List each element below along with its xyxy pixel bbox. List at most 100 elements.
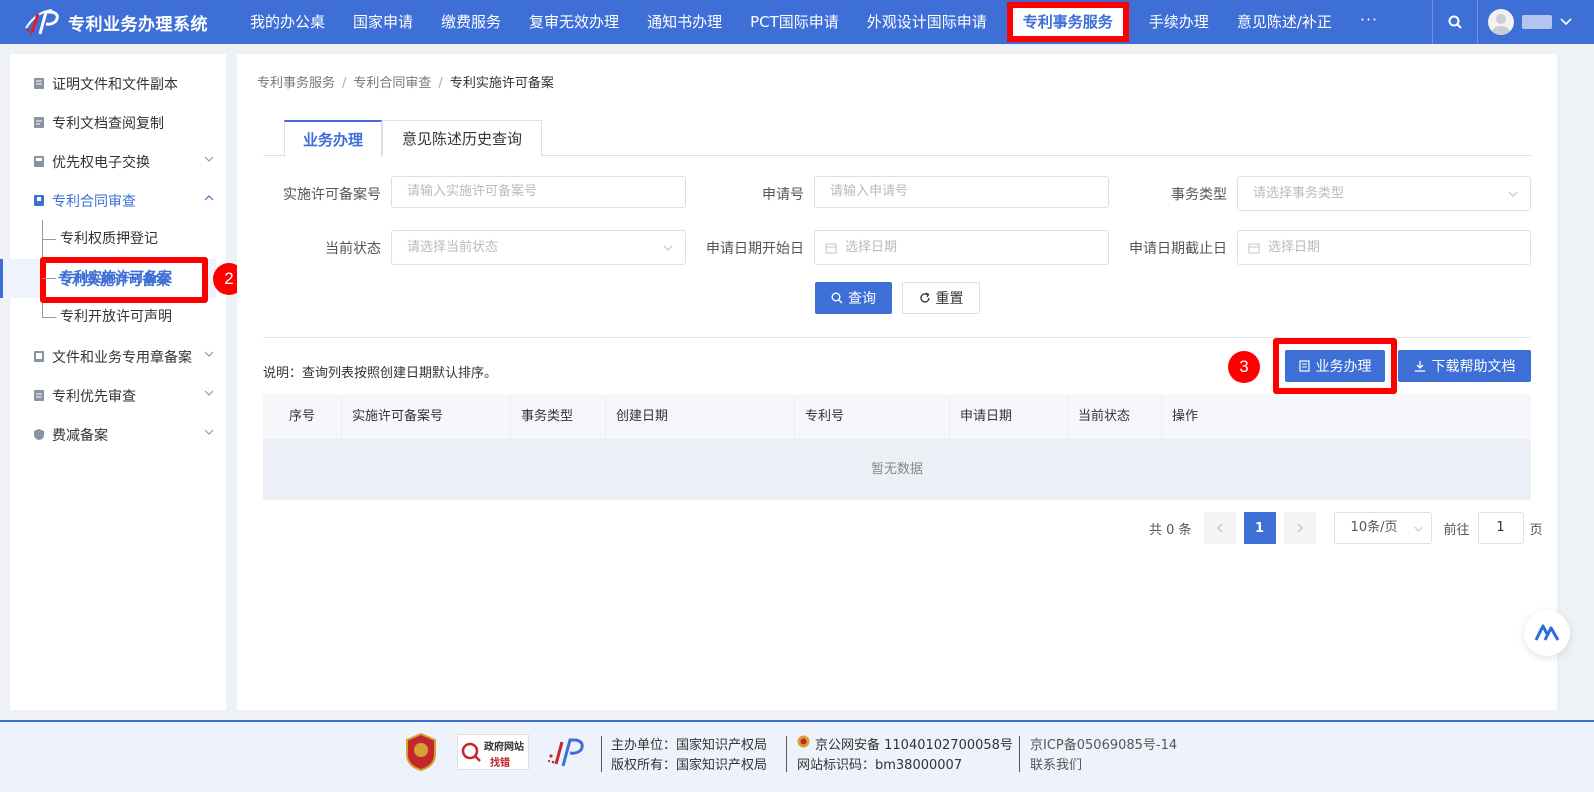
file-copy-icon [32,116,46,130]
sidebar-item-fee-reduction[interactable]: 费减备案 [10,415,226,454]
table-empty: 暂无数据 [263,440,1531,500]
chevron-up-icon [204,195,214,201]
tree-tick [42,239,56,240]
nav-item-procedures[interactable]: 手续办理 [1135,0,1223,44]
document-icon [32,77,46,91]
search-icon [1448,15,1462,29]
sidebar-subitem-pledge[interactable]: 专利权质押登记 [10,220,226,259]
user-menu[interactable] [1478,0,1594,44]
chevron-down-icon [204,390,214,396]
nav-right-tools [1432,0,1594,44]
nav-item-notice[interactable]: 通知书办理 [633,0,736,44]
breadcrumb-current: 专利实施许可备案 [449,76,554,91]
tab-opinion-history[interactable]: 意见陈述历史查询 [382,120,542,156]
nav-item-patent-affairs[interactable]: 专利事务服务 [1001,0,1135,44]
nav-item-national-app[interactable]: 国家申请 [339,0,427,44]
pagination: 共 0 条 1 10条/页 前往 1 页 [1149,512,1543,544]
sidebar-item-priority-exchange[interactable]: 优先权电子交换 [10,142,226,181]
sidebar-subitem-label: 专利权质押登记 [60,231,158,247]
app-no-input[interactable]: 请输入申请号 [814,176,1109,208]
breadcrumb: 专利事务服务 / 专利合同审查 / 专利实施许可备案 [257,72,554,91]
user-name-redacted [1522,15,1552,29]
sidebar-item-label: 专利优先审查 [52,388,136,405]
query-button-label: 查询 [848,291,876,307]
nav-item-opinion[interactable]: 意见陈述/补正 [1223,0,1346,44]
police-emblem-icon [406,732,436,772]
nav-item-design-intl[interactable]: 外观设计国际申请 [853,0,1001,44]
search-button[interactable] [1433,0,1477,44]
sidebar-item-contract-review[interactable]: 专利合同审查 [10,181,226,220]
chevron-down-icon [1508,191,1518,197]
chevron-down-icon [663,245,673,251]
user-icon [1492,14,1510,35]
nav-item-desk[interactable]: 我的办公桌 [236,0,339,44]
footer-icp[interactable]: 京ICP备05069085号-14 [1030,734,1177,753]
chevron-down-icon [204,429,214,435]
col-status: 当前状态 [1068,394,1162,439]
main-content: 专利事务服务 / 专利合同审查 / 专利实施许可备案 业务办理 意见陈述历史查询 实施许… [237,54,1557,710]
page-number-button[interactable]: 1 [1243,512,1276,544]
chevron-down-icon [1560,18,1572,26]
sidebar-item-priority-review[interactable]: 专利优先审查 [10,376,226,415]
sidebar-item-certificates[interactable]: 证明文件和文件副本 [10,64,226,103]
nav-more-button[interactable]: ··· [1346,0,1392,44]
goto-page-input[interactable]: 1 [1477,512,1524,544]
start-date-placeholder: 选择日期 [845,240,898,255]
app-no-label: 申请号 [762,187,804,203]
footer: 政府网站 找错 主办单位：国家知识产权局 版权所有：国家知识产权局 京公网安备 … [0,720,1594,792]
gov-site-error-report[interactable]: 政府网站 找错 [457,734,529,770]
nav-item-pct[interactable]: PCT国际申请 [736,0,853,44]
active-indicator [0,259,3,298]
reset-button[interactable]: 重置 [902,282,980,314]
chevron-right-icon [1297,523,1303,533]
end-date-picker[interactable]: 选择日期 [1237,230,1531,265]
nav-item-fee[interactable]: 缴费服务 [427,0,515,44]
start-date-picker[interactable]: 选择日期 [814,230,1109,265]
contract-icon [32,194,46,208]
tab-bar: 业务办理 意见陈述历史查询 [263,120,1531,157]
refresh-icon [919,292,930,303]
query-button[interactable]: 查询 [815,282,892,314]
sidebar-item-seal-record[interactable]: 文件和业务专用章备案 [10,337,226,376]
top-nav-bar: 专利业务办理系统 我的办公桌 国家申请 缴费服务 复审无效办理 通知书办理 PC… [0,0,1594,44]
sidebar-subitem-open-license[interactable]: 专利开放许可声明 [10,298,226,337]
footer-divider [1019,736,1020,772]
page-size-select[interactable]: 10条/页 [1333,512,1432,544]
breadcrumb-item[interactable]: 专利事务服务 [257,76,335,91]
tab-business[interactable]: 业务办理 [284,120,382,157]
status-select[interactable]: 请选择当前状态 [391,230,686,265]
step-badge-3: 3 [1228,351,1260,383]
app-logo[interactable]: 专利业务办理系统 [0,0,236,44]
status-label: 当前状态 [325,241,381,257]
download-icon [1414,361,1425,372]
footer-divider [786,736,787,772]
assistant-float-button[interactable] [1524,610,1570,656]
assistant-icon [1534,624,1560,641]
type-select-placeholder: 请选择事务类型 [1253,186,1345,201]
nav-item-review[interactable]: 复审无效办理 [515,0,633,44]
sidebar: 证明文件和文件副本 专利文档查阅复制 优先权电子交换 专利合同审查 专利权质押登… [0,54,226,710]
business-handle-label: 业务办理 [1315,359,1372,375]
col-created: 创建日期 [606,394,795,439]
prev-page-button[interactable] [1203,512,1236,544]
footer-divider [601,736,602,772]
type-select[interactable]: 请选择事务类型 [1237,176,1531,211]
calendar-icon [1248,243,1260,254]
start-date-label: 申请日期开始日 [706,241,804,257]
gov-site-line1: 政府网站 [484,742,524,753]
reset-button-label: 重置 [935,291,964,307]
gov-site-icon [461,742,481,762]
next-page-button[interactable] [1283,512,1316,544]
download-help-button[interactable]: 下载帮助文档 [1398,350,1531,382]
sidebar-item-archive-copy[interactable]: 专利文档查阅复制 [10,103,226,142]
col-type: 事务类型 [511,394,606,439]
business-handle-button[interactable]: 业务办理 [1285,350,1385,382]
col-index: 序号 [263,394,342,439]
record-no-input[interactable]: 请输入实施许可备案号 [391,176,686,208]
table-header: 序号 实施许可备案号 事务类型 创建日期 专利号 申请日期 当前状态 操作 [263,394,1531,440]
breadcrumb-item[interactable]: 专利合同审查 [353,76,431,91]
sidebar-item-label: 专利文档查阅复制 [52,115,164,132]
footer-contact-link[interactable]: 联系我们 [1030,754,1082,773]
footer-police-record[interactable]: 京公网安备 11040102700058号 [815,734,1013,753]
sidebar-subitem-label: 专利实施许可备案 [60,270,172,286]
